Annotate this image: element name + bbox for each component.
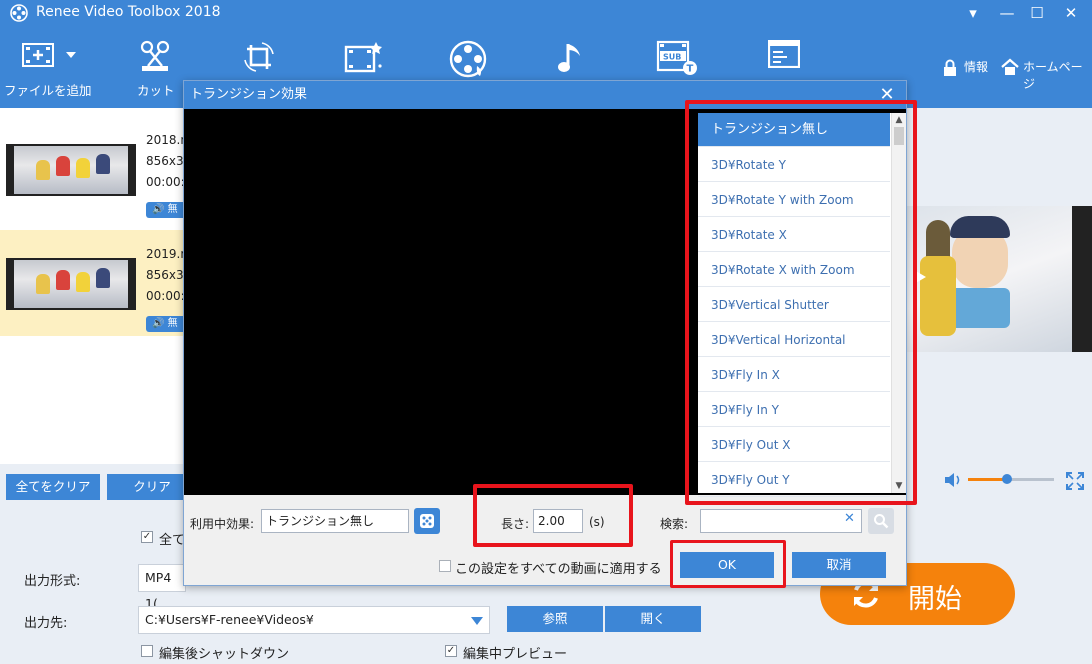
subtitle-icon: SUB T [656, 40, 697, 75]
highlight-effects-list [685, 100, 917, 505]
film-reel-icon [449, 40, 487, 78]
close-button[interactable]: ✕ [1056, 2, 1086, 24]
video-thumbnail [6, 144, 136, 196]
output-dest-value: C:¥Users¥F-renee¥Videos¥ [145, 612, 314, 627]
audio-badge[interactable]: 🔊 無 [146, 316, 186, 332]
homepage-link[interactable]: ホームページ [1023, 58, 1092, 92]
svg-text:SUB: SUB [663, 53, 681, 62]
info-link[interactable]: 情報 [964, 58, 988, 75]
audio-badge[interactable]: 🔊 無 [146, 202, 186, 218]
title-bar: Renee Video Toolbox 2018 ▾ — ☐ ✕ [0, 0, 1092, 26]
volume-icon[interactable] [944, 472, 962, 488]
volume-slider[interactable] [968, 474, 1054, 484]
home-icon [1001, 58, 1019, 75]
apply-all-videos-label: この設定をすべての動画に適用する [455, 562, 662, 577]
minimize-button[interactable]: — [992, 2, 1022, 24]
file-duration: 00:00: [146, 289, 185, 303]
preview-checkbox[interactable]: ✓ [445, 645, 457, 657]
apply-all-checkbox[interactable]: ✓ [141, 531, 153, 543]
preview-label: 編集中プレビュー [463, 647, 568, 662]
highlight-length [473, 484, 633, 547]
text-panel-icon [768, 40, 800, 68]
video-thumbnail [6, 258, 136, 310]
scissors-icon [140, 40, 170, 71]
audio-badge-text: 無 [167, 204, 178, 215]
search-label: 検索: [660, 517, 689, 531]
svg-text:T: T [687, 64, 694, 75]
add-file-label: ファイルを追加 [4, 83, 92, 98]
dice-icon [420, 514, 434, 528]
current-effect-label: 利用中効果: [190, 517, 255, 531]
menu-dropdown-button[interactable]: ▾ [958, 2, 988, 24]
dialog-title: トランジション効果 [190, 87, 308, 102]
output-format-label: 出力形式: [24, 574, 81, 589]
list-item[interactable]: 2019.m 856x34 00:00: 🔊 無 [0, 230, 192, 336]
current-effect-field: トランジション無し [261, 509, 409, 533]
video-effects-icon [344, 42, 382, 73]
file-duration: 00:00: [146, 175, 185, 189]
browse-button[interactable]: 参照 [507, 606, 603, 632]
add-file-button[interactable]: ファイルを追加 [0, 26, 100, 108]
search-button[interactable] [868, 508, 894, 534]
highlight-ok [670, 540, 786, 588]
add-video-icon [22, 43, 76, 67]
output-dest-label: 出力先: [24, 616, 68, 631]
chevron-down-icon[interactable] [471, 617, 483, 625]
list-item[interactable]: 2018.m 856x34 00:00: 🔊 無 [0, 116, 192, 222]
preview-edge [1072, 206, 1092, 352]
cancel-button[interactable]: 取消 [792, 552, 886, 578]
output-format-select[interactable]: MP4 1( [138, 564, 186, 611]
lock-icon [944, 59, 956, 76]
start-label: 開始 [908, 584, 962, 615]
file-list: 2018.m 856x34 00:00: 🔊 無 2019.m 856x34 0… [0, 108, 192, 464]
volume-slider-fill [968, 478, 1007, 481]
cut-label: カット [137, 83, 175, 98]
clear-all-button[interactable]: 全てをクリア [6, 474, 100, 500]
audio-badge-text: 無 [167, 318, 178, 329]
random-effect-button[interactable] [414, 508, 440, 534]
crop-rotate-icon [244, 42, 274, 72]
search-icon [874, 514, 889, 529]
video-preview [906, 206, 1072, 352]
clear-search-icon[interactable]: ✕ [844, 511, 855, 526]
output-dest-field[interactable]: C:¥Users¥F-renee¥Videos¥ [138, 606, 490, 634]
music-note-icon [558, 44, 580, 72]
app-logo-icon [10, 4, 28, 22]
shutdown-checkbox[interactable] [141, 645, 153, 657]
search-input[interactable] [700, 509, 862, 533]
volume-slider-knob[interactable] [1001, 474, 1012, 484]
window-title: Renee Video Toolbox 2018 [36, 4, 221, 20]
fullscreen-icon[interactable] [1066, 472, 1084, 490]
open-folder-button[interactable]: 開く [605, 606, 701, 632]
shutdown-label: 編集後シャットダウン [159, 647, 290, 662]
apply-all-label: 全て [159, 533, 186, 548]
apply-all-videos-checkbox[interactable] [439, 560, 451, 572]
maximize-button[interactable]: ☐ [1022, 2, 1052, 24]
